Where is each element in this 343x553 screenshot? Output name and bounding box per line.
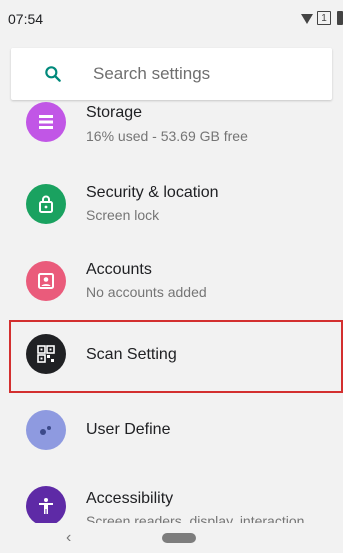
settings-item-security[interactable]: Security & location Screen lock xyxy=(0,170,343,246)
settings-item-title: Storage xyxy=(86,104,143,121)
settings-item-title: Security & location xyxy=(86,184,219,201)
navigation-bar: ‹ xyxy=(0,523,343,553)
settings-item-subtitle: No accounts added xyxy=(86,284,207,300)
settings-item-subtitle: Screen lock xyxy=(86,207,160,223)
settings-item-scan-setting[interactable]: Scan Setting xyxy=(0,320,343,396)
status-bar: 07:54 1 xyxy=(0,0,343,40)
battery-icon xyxy=(337,11,343,25)
search-bar[interactable]: Search settings xyxy=(11,48,332,100)
settings-item-user-define[interactable]: User Define xyxy=(0,396,343,472)
status-time: 07:54 xyxy=(8,11,44,27)
settings-item-title: Accessibility xyxy=(86,490,174,507)
accessibility-icon xyxy=(26,486,66,526)
settings-item-title: Accounts xyxy=(86,261,152,278)
back-icon[interactable]: ‹ xyxy=(66,529,71,547)
account-icon xyxy=(26,261,66,301)
sim-card-icon: 1 xyxy=(317,11,331,25)
home-pill-icon[interactable] xyxy=(162,533,196,543)
search-icon xyxy=(45,66,61,82)
search-placeholder: Search settings xyxy=(93,64,211,83)
storage-icon xyxy=(26,102,66,142)
settings-item-title: User Define xyxy=(86,421,171,438)
user-define-icon xyxy=(26,410,66,450)
qr-scan-icon xyxy=(26,334,66,374)
settings-item-subtitle: 16% used - 53.69 GB free xyxy=(86,128,248,144)
settings-item-title: Scan Setting xyxy=(86,346,177,363)
wifi-icon xyxy=(301,14,313,24)
settings-item-accounts[interactable]: Accounts No accounts added xyxy=(0,247,343,323)
settings-item-storage[interactable]: Storage 16% used - 53.69 GB free xyxy=(0,102,343,178)
lock-icon xyxy=(26,184,66,224)
